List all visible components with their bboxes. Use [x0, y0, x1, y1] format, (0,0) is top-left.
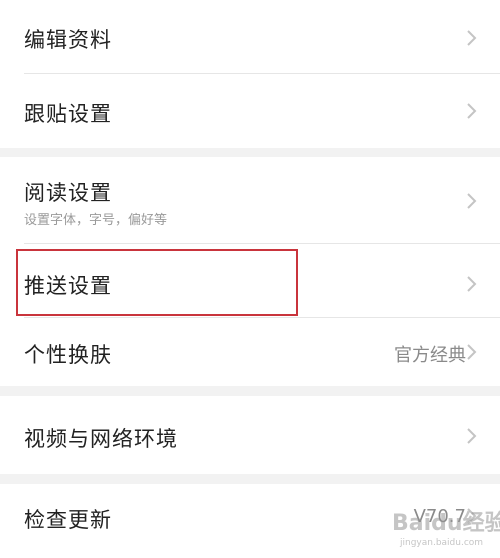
chevron-right-icon [467, 428, 477, 444]
settings-item-skin[interactable]: 个性换肤 官方经典 [0, 318, 500, 386]
watermark-text: Baidu经验 [392, 511, 500, 536]
check-update-label: 检查更新 [24, 508, 112, 532]
settings-item-reading[interactable]: 阅读设置 设置字体，字号，偏好等 [0, 157, 500, 243]
chevron-right-icon [467, 344, 477, 360]
edit-profile-label: 编辑资料 [24, 28, 112, 52]
skin-value: 官方经典 [394, 345, 466, 366]
chevron-right-icon [467, 193, 477, 209]
follow-post-label: 跟贴设置 [24, 102, 112, 126]
watermark-url: jingyan.baidu.com [400, 538, 484, 548]
settings-screen: 编辑资料 跟贴设置 阅读设置 设置字体，字号，偏好等 推送设置 个性换肤 官方经… [0, 0, 500, 558]
chevron-right-icon [467, 30, 477, 46]
video-network-label: 视频与网络环境 [24, 427, 178, 451]
chevron-right-icon [467, 103, 477, 119]
settings-item-edit-profile[interactable]: 编辑资料 [0, 0, 500, 73]
highlight-box [16, 249, 298, 316]
settings-group-account: 编辑资料 跟贴设置 [0, 0, 500, 148]
baidu-watermark: Baidu经验 jingyan.baidu.com [388, 505, 500, 551]
settings-group-network: 视频与网络环境 [0, 396, 500, 474]
reading-subtitle: 设置字体，字号，偏好等 [24, 213, 168, 228]
settings-item-video-network[interactable]: 视频与网络环境 [0, 396, 500, 474]
settings-item-follow-post[interactable]: 跟贴设置 [0, 74, 500, 148]
chevron-right-icon [467, 276, 477, 292]
skin-label: 个性换肤 [24, 343, 112, 367]
reading-label: 阅读设置 [24, 181, 112, 205]
